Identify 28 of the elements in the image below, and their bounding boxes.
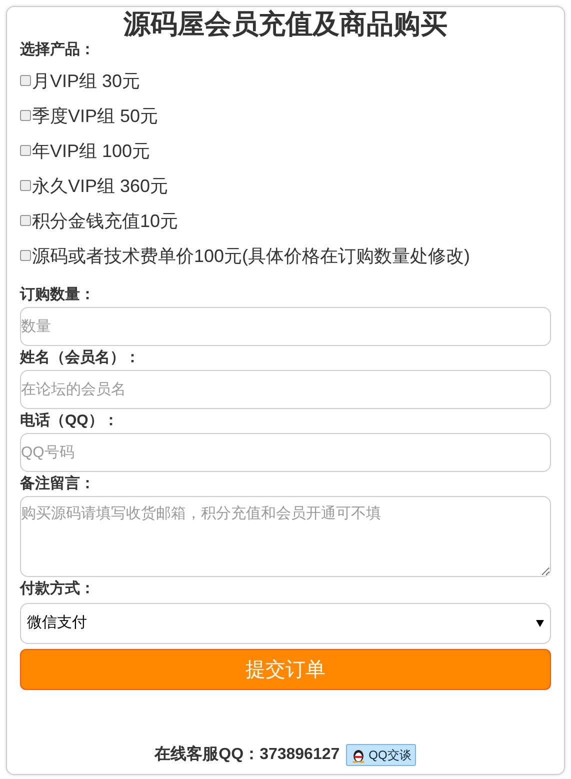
dropdown-arrow-icon bbox=[536, 620, 544, 627]
checkbox[interactable] bbox=[20, 110, 31, 121]
penguin-icon bbox=[350, 747, 366, 763]
field-label: 选择产品： bbox=[20, 40, 96, 60]
checkbox[interactable] bbox=[20, 145, 31, 156]
qq-chat-button[interactable]: QQ交谈 bbox=[346, 744, 416, 766]
product-option[interactable]: 季度VIP组 50元 bbox=[32, 104, 158, 126]
field-label: 姓名（会员名）： bbox=[20, 348, 141, 368]
field-label: 备注留言： bbox=[20, 474, 96, 494]
checkbox[interactable] bbox=[20, 215, 31, 226]
product-option[interactable]: 月VIP组 30元 bbox=[32, 70, 140, 92]
payment-select[interactable]: 微信支付 bbox=[20, 603, 551, 644]
checkbox[interactable] bbox=[20, 250, 31, 261]
product-option[interactable]: 永久VIP组 360元 bbox=[32, 174, 168, 196]
message-field[interactable]: 购买源码请填写收货邮箱，积分充值和会员开通可不填 bbox=[20, 496, 551, 577]
field-label: 订购数量： bbox=[20, 285, 96, 305]
field-label: 电话（QQ）： bbox=[20, 411, 120, 431]
product-option[interactable]: 年VIP组 100元 bbox=[32, 140, 150, 162]
product-option[interactable]: 积分金钱充值10元 bbox=[32, 210, 178, 232]
support-qq-text: 在线客服QQ：373896127 bbox=[154, 744, 340, 765]
text-field[interactable]: QQ号码 bbox=[20, 433, 551, 472]
text-field[interactable]: 数量 bbox=[20, 307, 551, 346]
checkbox[interactable] bbox=[20, 75, 31, 86]
text-field[interactable]: 在论坛的会员名 bbox=[20, 370, 551, 409]
page-title: 源码屋会员充值及商品购买 bbox=[122, 8, 448, 40]
checkbox[interactable] bbox=[20, 180, 31, 191]
product-option[interactable]: 源码或者技术费单价100元(具体价格在订购数量处修改) bbox=[32, 244, 470, 266]
field-label: 付款方式： bbox=[20, 579, 96, 599]
